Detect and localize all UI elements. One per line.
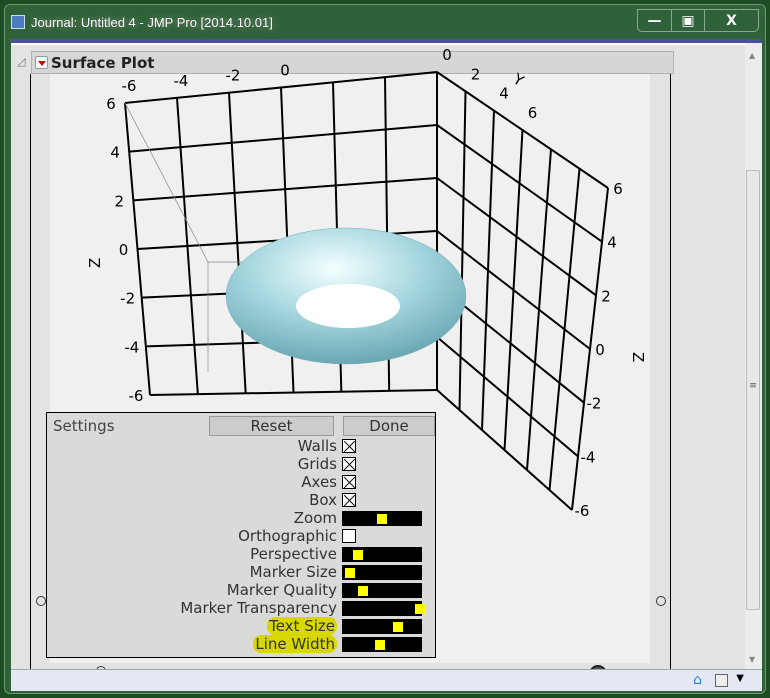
slider-knob[interactable] <box>374 640 385 650</box>
outline-border <box>670 74 671 684</box>
outline-border <box>30 74 31 684</box>
surface-plot-outline-header: Surface Plot <box>31 51 674 74</box>
text-size-slider[interactable] <box>342 619 422 634</box>
close-button[interactable]: X <box>704 10 758 31</box>
scrollbar-thumb[interactable]: ≡ <box>746 170 760 610</box>
axes-checkbox[interactable] <box>342 475 356 489</box>
text-size-label: Text Size <box>267 617 337 635</box>
resize-handle[interactable] <box>656 596 666 606</box>
settings-title: Settings <box>53 417 115 435</box>
zoom-label: Zoom <box>293 509 337 527</box>
slider-knob[interactable] <box>415 604 425 614</box>
slider-knob[interactable] <box>352 550 363 560</box>
perspective-label: Perspective <box>250 545 337 563</box>
minimize-button[interactable]: — <box>638 10 671 31</box>
outline-title: Surface Plot <box>51 54 155 72</box>
slider-knob[interactable] <box>344 568 355 578</box>
window-title: Journal: Untitled 4 - JMP Pro [2014.10.0… <box>31 15 273 30</box>
walls-label: Walls <box>297 437 337 455</box>
reset-button[interactable]: Reset <box>209 416 334 436</box>
home-icon[interactable]: ⌂ <box>693 672 702 688</box>
box-checkbox[interactable] <box>342 493 356 507</box>
red-triangle-menu-icon[interactable] <box>35 56 48 69</box>
walls-checkbox[interactable] <box>342 439 356 453</box>
disclosure-triangle-icon[interactable]: ◿ <box>17 55 25 68</box>
scroll-up-icon[interactable]: ▲ <box>749 51 755 60</box>
box-label: Box <box>309 491 337 509</box>
axes-label: Axes <box>301 473 337 491</box>
marker-size-label: Marker Size <box>249 563 337 581</box>
settings-panel: Settings Reset Done Walls Grids Axes Box… <box>46 412 436 658</box>
marker-size-slider[interactable] <box>342 565 422 580</box>
grids-label: Grids <box>297 455 337 473</box>
status-bar: ⌂ ▼ <box>11 669 762 691</box>
vertical-scrollbar[interactable]: ▲ ≡ ▼ <box>745 43 762 673</box>
orthographic-label: Orthographic <box>238 527 337 545</box>
done-button[interactable]: Done <box>343 416 435 436</box>
scroll-down-icon[interactable]: ▼ <box>749 655 755 664</box>
jmp-app-icon <box>11 15 25 29</box>
perspective-slider[interactable] <box>342 547 422 562</box>
zoom-slider[interactable] <box>342 511 422 526</box>
dropdown-arrow-icon[interactable]: ▼ <box>736 673 744 684</box>
line-width-slider[interactable] <box>342 637 422 652</box>
resize-handle[interactable] <box>36 596 46 606</box>
orthographic-checkbox[interactable] <box>342 529 356 543</box>
marker-quality-label: Marker Quality <box>226 581 337 599</box>
slider-knob[interactable] <box>358 586 369 596</box>
marker-transparency-slider[interactable] <box>342 601 425 616</box>
maximize-button[interactable]: ▣ <box>671 10 704 31</box>
marker-transparency-label: Marker Transparency <box>180 599 337 617</box>
grids-checkbox[interactable] <box>342 457 356 471</box>
slider-knob[interactable] <box>377 514 387 524</box>
window-list-icon[interactable] <box>715 674 728 687</box>
slider-knob[interactable] <box>393 622 404 632</box>
marker-quality-slider[interactable] <box>342 583 422 598</box>
title-bar[interactable]: Journal: Untitled 4 - JMP Pro [2014.10.0… <box>5 5 765 37</box>
line-width-label: Line Width <box>253 635 337 653</box>
